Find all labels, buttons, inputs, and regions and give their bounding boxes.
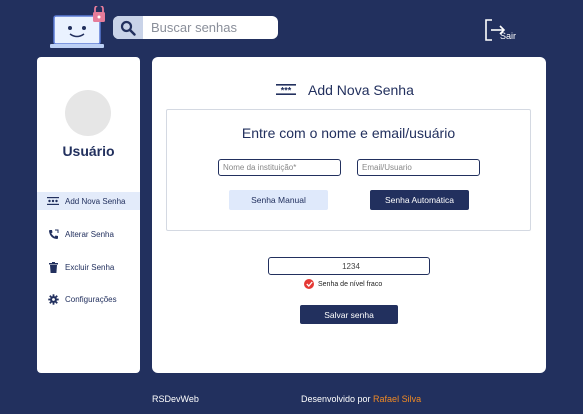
- trash-icon: [47, 261, 59, 273]
- search-bar[interactable]: [113, 16, 278, 39]
- password-icon: ***: [276, 82, 296, 98]
- save-password-button[interactable]: Salvar senha: [300, 305, 398, 324]
- gear-icon: [47, 293, 59, 305]
- sidebar-item-change-password[interactable]: Alterar Senha: [37, 225, 140, 243]
- panel-title: Entre com o nome e email/usuário: [241, 125, 456, 141]
- sidebar-item-delete-password[interactable]: Excluir Senha: [37, 258, 140, 276]
- page-title: *** Add Nova Senha: [276, 82, 414, 98]
- search-input[interactable]: [143, 16, 271, 39]
- username: Usuário: [62, 143, 115, 159]
- page-title-text: Add Nova Senha: [308, 82, 414, 98]
- search-icon[interactable]: [113, 16, 143, 39]
- app-logo: [50, 4, 110, 52]
- footer-credit-prefix: Desenvolvido por: [301, 394, 374, 404]
- password-icon: [47, 195, 59, 207]
- main-panel: *** Add Nova Senha Entre com o nome e em…: [152, 57, 546, 373]
- sidebar-item-label: Alterar Senha: [65, 229, 114, 239]
- sidebar-item-add-password[interactable]: Add Nova Senha: [37, 192, 140, 210]
- credentials-panel: Entre com o nome e email/usuário Senha M…: [166, 109, 531, 231]
- swap-phone-icon: [47, 228, 59, 240]
- sidebar-item-label: Add Nova Senha: [65, 196, 126, 206]
- sidebar-item-label: Configurações: [65, 294, 117, 304]
- check-icon: [304, 279, 314, 289]
- sidebar: Usuário Add Nova Senha Alterar Senha Exc…: [37, 57, 140, 373]
- footer-credit: Desenvolvido por Rafael Silva: [301, 394, 421, 404]
- footer-author-link[interactable]: Rafael Silva: [373, 394, 421, 404]
- logout-button[interactable]: Sair: [483, 17, 523, 43]
- sidebar-item-label: Excluir Senha: [65, 262, 115, 272]
- password-input[interactable]: [268, 257, 430, 275]
- manual-password-button[interactable]: Senha Manual: [229, 190, 328, 210]
- sidebar-item-settings[interactable]: Configurações: [37, 290, 140, 308]
- auto-password-button[interactable]: Senha Automática: [370, 190, 469, 210]
- institution-input[interactable]: [218, 159, 341, 176]
- email-input[interactable]: [357, 159, 480, 176]
- strength-label: Senha de nível fraco: [318, 280, 383, 288]
- footer-brand: RSDevWeb: [152, 394, 199, 404]
- password-strength: Senha de nível fraco: [304, 279, 382, 289]
- avatar: [65, 90, 111, 136]
- logout-label: Sair: [500, 31, 517, 41]
